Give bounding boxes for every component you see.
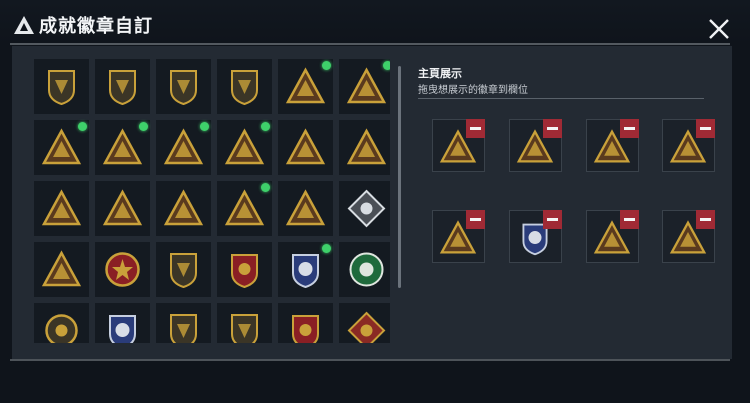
shield-prohibited-icon [170,314,197,343]
triangle-trophy-56-icon [285,67,326,104]
round-sunburst-icon [45,314,78,343]
new-badge-dot [78,122,87,131]
badge-cell[interactable] [95,120,150,175]
showcase-subtitle: 拖曳想展示的徽章到欄位 [418,85,528,96]
badge-cell[interactable] [217,59,272,114]
triangle-soldier-icon [41,189,82,226]
badge-grid-scrollbar[interactable] [398,66,401,288]
badge-cell[interactable] [339,120,390,175]
triangle-rocket-icon [224,189,265,226]
diamond-red-emblem-icon [347,311,386,343]
badge-panel: 主頁展示 拖曳想展示的徽章到欄位 [12,46,732,359]
badge-cell[interactable] [217,181,272,236]
showcase-slot[interactable] [662,119,715,172]
badge-cell[interactable] [95,59,150,114]
shield-winged-crest-icon [292,315,319,343]
showcase-slot[interactable] [509,119,562,172]
triangle-card-56-icon [41,128,82,165]
badge-cell[interactable] [34,242,89,297]
remove-badge-button[interactable] [543,210,562,229]
badge-cell[interactable] [156,303,211,343]
showcase-slot[interactable] [586,210,639,263]
triangle-squad-icon [163,189,204,226]
round-star-medal-icon [105,252,140,287]
new-badge-dot [261,183,270,192]
badge-cell[interactable] [278,303,333,343]
new-badge-dot [261,122,270,131]
shield-plate-icon [170,253,197,289]
shield-star-crest-icon [231,254,258,289]
header-bar: 成就徽章自訂 [0,0,750,44]
shield-prohibited-gold-icon [231,314,258,343]
badge-cell[interactable] [156,181,211,236]
badge-cell[interactable] [34,120,89,175]
new-badge-dot [383,61,390,70]
badge-cell[interactable] [339,59,390,114]
close-icon[interactable] [706,16,732,42]
shield-blue-eagle-icon [292,254,319,289]
badge-cell[interactable] [217,120,272,175]
triangle-number-one-icon [285,128,326,165]
delta-logo-icon [14,16,34,34]
remove-badge-button[interactable] [620,119,639,138]
badge-cell[interactable] [217,242,272,297]
badge-cell[interactable] [95,242,150,297]
badge-cell[interactable] [156,242,211,297]
triangle-arm-icon [285,189,326,226]
showcase-slot[interactable] [509,210,562,263]
badge-cell[interactable] [278,242,333,297]
badge-cell[interactable] [278,181,333,236]
badge-cell[interactable] [278,59,333,114]
shield-helicopter-icon [109,70,136,106]
round-green-medal-icon [349,252,384,287]
showcase-slot[interactable] [586,119,639,172]
shield-diamond-icon [170,70,197,106]
showcase-title: 主頁展示 [418,67,462,80]
showcase-slot[interactable] [662,210,715,263]
badge-cell[interactable] [95,181,150,236]
new-badge-dot [322,244,331,253]
badge-cell[interactable] [156,120,211,175]
triangle-turret-icon [102,128,143,165]
showcase-slot[interactable] [432,119,485,172]
remove-badge-button[interactable] [696,119,715,138]
badge-cell[interactable] [339,303,390,343]
badge-cell[interactable] [339,181,390,236]
triangle-crosshair-icon [102,189,143,226]
title-divider [10,43,730,45]
page-title: 成就徽章自訂 [39,16,153,37]
triangle-helmet-icon [224,128,265,165]
bottom-divider [10,359,730,361]
new-badge-dot [200,122,209,131]
badge-cell[interactable] [34,59,89,114]
badge-cell[interactable] [95,303,150,343]
shield-delta-icon [48,70,75,106]
badge-grid [34,59,390,343]
new-badge-dot [139,122,148,131]
triangle-gunner-icon [41,250,82,287]
remove-badge-button[interactable] [620,210,639,229]
triangle-chain-icon [163,128,204,165]
new-badge-dot [322,61,331,70]
badge-cell[interactable] [217,303,272,343]
showcase-divider [418,98,704,99]
badge-cell[interactable] [34,303,89,343]
shield-blue-wings-icon [109,315,136,343]
badge-cell[interactable] [156,59,211,114]
shield-arrows-icon [231,70,258,106]
badge-cell[interactable] [339,242,390,297]
triangle-bag-icon [346,128,387,165]
remove-badge-button[interactable] [696,210,715,229]
badge-cell[interactable] [34,181,89,236]
diamond-skull-icon [347,189,386,228]
remove-badge-button[interactable] [543,119,562,138]
remove-badge-button[interactable] [466,119,485,138]
badge-cell[interactable] [278,120,333,175]
remove-badge-button[interactable] [466,210,485,229]
triangle-canister-icon [346,67,387,104]
showcase-slot[interactable] [432,210,485,263]
